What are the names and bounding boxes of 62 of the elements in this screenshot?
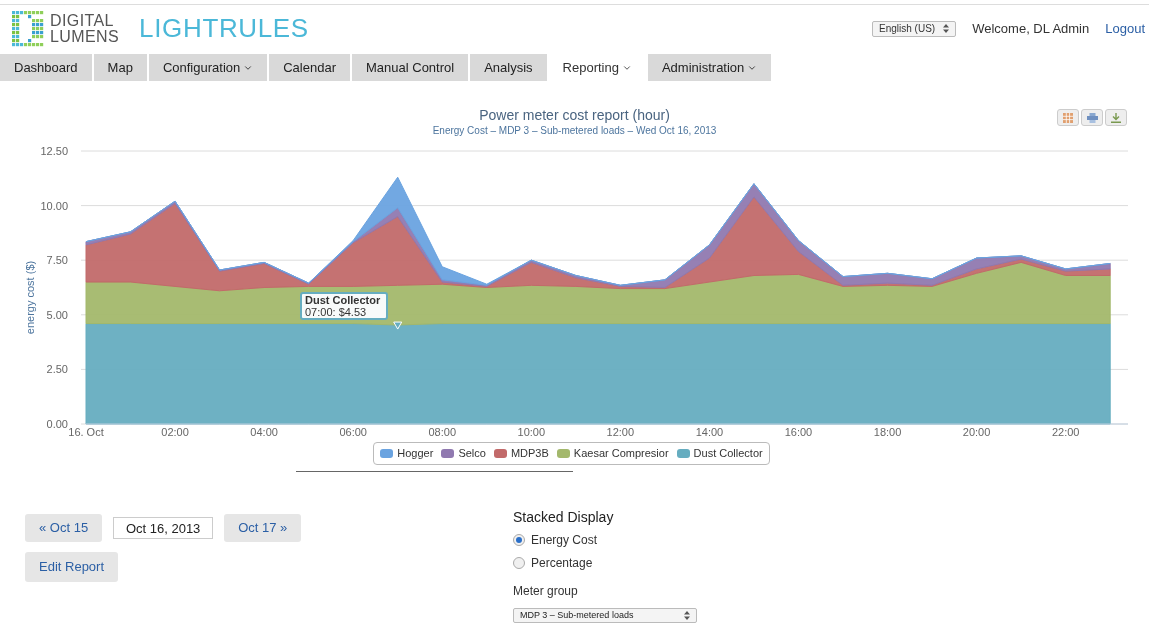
date-field[interactable]: Oct 16, 2013 xyxy=(113,517,214,539)
logo-text: LUMENS xyxy=(50,28,120,45)
logout-link[interactable]: Logout xyxy=(1105,18,1145,39)
nav-tab[interactable]: Map xyxy=(93,54,147,81)
x-tick-label: 04:00 xyxy=(250,426,278,438)
radio-button[interactable] xyxy=(513,557,525,569)
x-tick-label: 14:00 xyxy=(695,426,724,438)
printer-icon xyxy=(1086,112,1098,123)
x-tick-label: 02:00 xyxy=(161,426,189,438)
tooltip-value: 07:00: $4.53 xyxy=(305,306,368,318)
nav-tab[interactable]: Analysis xyxy=(470,54,547,81)
y-tick-label: 2.50 xyxy=(46,363,68,376)
select-arrows-icon xyxy=(684,611,690,620)
y-tick-label: 0.00 xyxy=(46,418,68,430)
legend-label[interactable]: Dust Collector xyxy=(693,445,763,462)
language-select[interactable]: English (US) xyxy=(872,20,957,37)
x-tick-label: 06:00 xyxy=(339,426,367,438)
grid-icon xyxy=(1063,112,1073,123)
logo-text: DIGITAL xyxy=(50,12,115,29)
x-tick-label: 16. Oct xyxy=(68,426,104,438)
product-name: LIGHTRULES xyxy=(139,12,309,45)
x-tick-label: 22:00 xyxy=(1051,426,1080,438)
legend-label[interactable]: MDP3B xyxy=(510,445,549,462)
x-tick-label: 10:00 xyxy=(517,426,546,438)
y-tick-label: 7.50 xyxy=(46,254,68,267)
nav-tab[interactable]: Configuration xyxy=(148,54,268,81)
x-tick-label: 18:00 xyxy=(873,426,902,438)
logo-icon xyxy=(12,10,44,47)
nav-tab[interactable]: Dashboard xyxy=(0,54,92,81)
table-view-button[interactable] xyxy=(1057,109,1079,126)
y-tick-label: 10.00 xyxy=(40,199,68,212)
y-tick-label: 12.50 xyxy=(40,145,68,157)
legend-label[interactable]: Selco xyxy=(458,445,486,462)
legend-label[interactable]: Kaesar Compresior xyxy=(573,445,669,462)
x-tick-label: 16:00 xyxy=(784,426,813,438)
y-axis-title: energy cost ($) xyxy=(24,260,36,335)
x-tick-label: 08:00 xyxy=(428,426,456,438)
tooltip-title: Dust Collector xyxy=(305,294,382,306)
print-button[interactable] xyxy=(1081,109,1103,126)
meter-group-select[interactable]: MDP 3 – Sub-metered loads xyxy=(513,608,697,623)
next-day-button[interactable]: Oct 17 » xyxy=(224,514,302,542)
x-tick-label: 12:00 xyxy=(606,426,635,438)
radio-button[interactable] xyxy=(513,534,525,546)
previous-day-button[interactable]: « Oct 15 xyxy=(25,514,103,542)
edit-report-button[interactable]: Edit Report xyxy=(25,552,119,582)
welcome-text: Welcome, DL Admin xyxy=(972,19,1090,38)
select-arrows-icon xyxy=(943,24,950,33)
nav-tab[interactable]: Manual Control xyxy=(352,54,469,81)
nav-tab[interactable]: Administration xyxy=(647,54,772,81)
field-label: Meter group xyxy=(513,583,579,600)
download-button[interactable] xyxy=(1105,109,1127,126)
chart-title: Power meter cost report (hour) xyxy=(479,107,670,124)
radio-label: Percentage xyxy=(531,555,593,572)
section-heading: Stacked Display xyxy=(513,508,615,526)
nav-tab[interactable]: Calendar xyxy=(269,54,350,81)
x-tick-label: 20:00 xyxy=(962,426,991,438)
y-tick-label: 5.00 xyxy=(46,308,68,321)
download-icon xyxy=(1111,112,1121,123)
radio-label: Energy Cost xyxy=(531,532,598,549)
legend-label[interactable]: Hogger xyxy=(397,445,434,462)
chart-subtitle: Energy Cost – MDP 3 – Sub-metered loads – Wed Oct 16, 2013 xyxy=(432,124,717,137)
marker-icon xyxy=(393,321,403,330)
